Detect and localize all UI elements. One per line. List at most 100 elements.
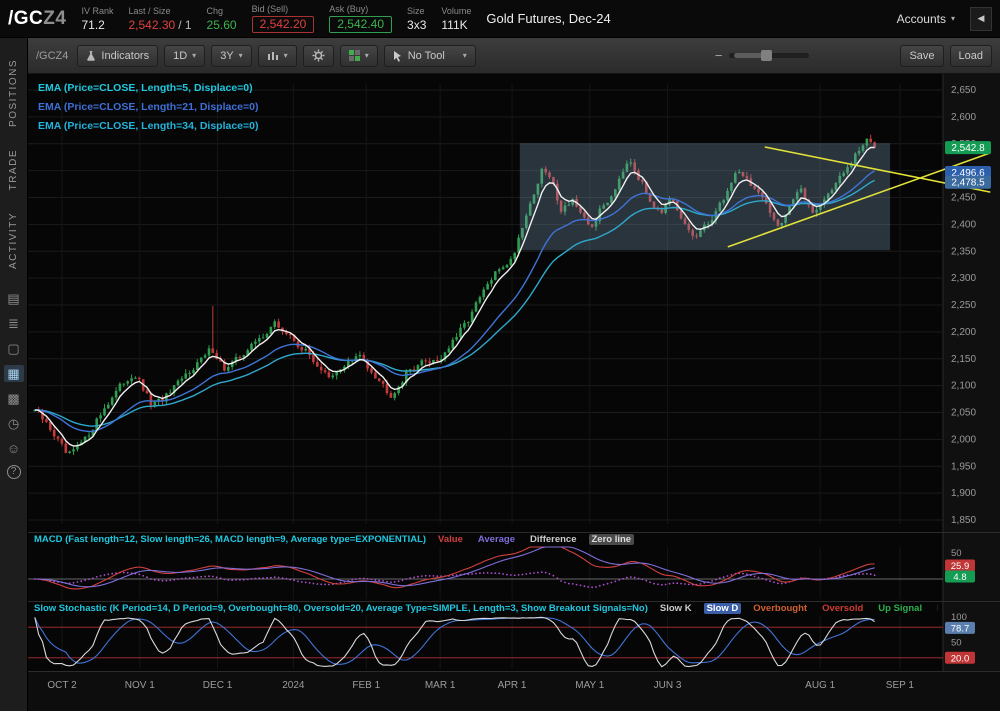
svg-text:50: 50: [951, 548, 962, 559]
legend-item[interactable]: Slow K: [657, 603, 695, 614]
svg-text:2,300: 2,300: [951, 273, 976, 284]
bid-price-button[interactable]: 2,542.20: [252, 16, 315, 33]
cursor-icon: [393, 50, 403, 62]
bid-field: Bid (Sell) 2,542.20: [252, 4, 315, 33]
svg-text:1,850: 1,850: [951, 515, 976, 526]
macd-average-line: [35, 547, 875, 587]
svg-text:2,100: 2,100: [951, 381, 976, 392]
legend-item[interactable]: Difference: [527, 534, 579, 545]
svg-text:20.0: 20.0: [951, 653, 970, 664]
x-axis-label: 2024: [282, 680, 304, 691]
ema-study-label[interactable]: EMA (Price=CLOSE, Length=34, Displace=0): [38, 120, 258, 132]
svg-text:2,050: 2,050: [951, 408, 976, 419]
bid-label: Bid (Sell): [252, 4, 315, 14]
macd-panel[interactable]: MACD (Fast length=12, Slow length=26, MA…: [28, 532, 1000, 601]
svg-text:2,600: 2,600: [951, 112, 976, 123]
accounts-label: Accounts: [897, 12, 946, 26]
chevron-down-icon: ▾: [284, 51, 288, 60]
legend-item[interactable]: Up Signal: [875, 603, 925, 614]
ema-study-label[interactable]: EMA (Price=CLOSE, Length=21, Displace=0): [38, 101, 258, 113]
pattern-dropdown[interactable]: ▾: [340, 45, 378, 67]
sidebar-tab-positions[interactable]: POSITIONS: [8, 48, 19, 138]
price-bubble: 2,542.8: [945, 141, 991, 154]
news-icon[interactable]: ▤: [4, 290, 24, 307]
collapse-panel-button[interactable]: ◀: [970, 7, 992, 31]
interval-dropdown[interactable]: 1D▾: [164, 45, 205, 67]
active-chart-icon[interactable]: ▦: [4, 365, 24, 382]
drawing-tool-dropdown[interactable]: No Tool ▾: [384, 45, 476, 67]
archive-icon[interactable]: ▢: [4, 340, 24, 357]
legend-item[interactable]: Zero line: [589, 534, 635, 545]
volume-label: Volume: [441, 6, 471, 16]
last-size: / 1: [178, 18, 191, 32]
svg-text:50: 50: [951, 638, 962, 649]
range-dropdown[interactable]: 3Y▾: [211, 45, 251, 67]
x-axis-label: FEB 1: [352, 680, 380, 691]
x-axis-label: APR 1: [498, 680, 527, 691]
sidebar-tab-trade[interactable]: TRADE: [8, 138, 19, 201]
legend-item[interactable]: Oversold: [819, 603, 866, 614]
people-icon[interactable]: ☺: [4, 440, 24, 457]
legend-item[interactable]: Value: [435, 534, 466, 545]
zoom-slider[interactable]: [729, 53, 809, 58]
svg-text:2,478.5: 2,478.5: [951, 178, 985, 189]
svg-text:25.9: 25.9: [951, 561, 970, 572]
zoom-slider-handle[interactable]: [761, 50, 772, 61]
price-chart[interactable]: 2,6502,6002,5502,5002,4502,4002,3502,300…: [28, 74, 1000, 532]
save-button[interactable]: Save: [900, 45, 943, 67]
change-value: 25.60: [207, 18, 237, 32]
zoom-control: −: [715, 48, 810, 63]
change-label: Chg: [207, 6, 237, 16]
size-value: 3x3: [407, 18, 426, 32]
x-axis-label: AUG 1: [805, 680, 835, 691]
iv-rank-field: IV Rank 71.2: [81, 6, 113, 32]
ema-study-label[interactable]: EMA (Price=CLOSE, Length=5, Displace=0): [38, 82, 258, 94]
legend-item[interactable]: Slow D: [704, 603, 742, 614]
legend-item[interactable]: Overbought: [750, 603, 810, 614]
grid-pattern-icon: [349, 50, 360, 61]
x-axis-label: NOV 1: [125, 680, 155, 691]
macd-study-label[interactable]: MACD (Fast length=12, Slow length=26, MA…: [34, 534, 426, 545]
size-field: Size 3x3: [407, 6, 426, 32]
stochastic-value-bubble: 20.0: [945, 652, 975, 665]
chevron-down-icon: ▾: [365, 51, 369, 60]
svg-text:2,450: 2,450: [951, 193, 976, 204]
ask-label: Ask (Buy): [329, 4, 392, 14]
chevron-down-icon: ▾: [239, 51, 243, 60]
chevron-down-icon: ▾: [463, 51, 467, 60]
ask-price-button[interactable]: 2,542.40: [329, 16, 392, 33]
help-icon[interactable]: ?: [7, 465, 21, 479]
chevron-down-icon: ▾: [192, 51, 196, 60]
svg-text:4.8: 4.8: [953, 572, 966, 583]
clock-icon[interactable]: ◷: [4, 415, 24, 432]
indicators-button[interactable]: Indicators: [77, 45, 158, 67]
sidebar-tab-activity[interactable]: ACTIVITY: [8, 201, 19, 280]
slow-d-line: [35, 617, 875, 664]
chart-type-dropdown[interactable]: ▾: [258, 45, 297, 67]
price-chart-canvas[interactable]: 2,6502,6002,5502,5002,4502,4002,3502,300…: [28, 74, 1000, 532]
time-axis: OCT 2NOV 1DEC 12024FEB 1MAR 1APR 1MAY 1J…: [28, 671, 1000, 711]
list-icon[interactable]: ≣: [4, 315, 24, 332]
toolbar-symbol: /GCZ4: [36, 50, 68, 62]
svg-text:2,000: 2,000: [951, 434, 976, 445]
svg-text:2,350: 2,350: [951, 246, 976, 257]
x-axis-label: MAY 1: [575, 680, 604, 691]
chart-toolbar: /GCZ4 Indicators 1D▾ 3Y▾ ▾: [28, 38, 1000, 74]
x-axis-label: OCT 2: [47, 680, 76, 691]
accounts-dropdown[interactable]: Accounts ▾: [897, 12, 955, 26]
svg-text:2,650: 2,650: [951, 85, 976, 96]
stochastic-study-label[interactable]: Slow Stochastic (K Period=14, D Period=9…: [34, 603, 648, 614]
stochastic-panel[interactable]: Slow Stochastic (K Period=14, D Period=9…: [28, 601, 1000, 671]
load-button[interactable]: Load: [950, 45, 992, 67]
legend-item[interactable]: Average: [475, 534, 518, 545]
svg-text:2,250: 2,250: [951, 300, 976, 311]
stochastic-legend: Slow Stochastic (K Period=14, D Period=9…: [34, 603, 938, 614]
symbol-month: Z4: [43, 8, 66, 29]
x-axis-label: SEP 1: [886, 680, 914, 691]
last-price: 2,542.30: [128, 18, 175, 32]
gear-icon: [312, 49, 325, 62]
chart-settings-button[interactable]: [303, 45, 334, 67]
zoom-out-icon[interactable]: −: [715, 48, 723, 63]
grid-icon[interactable]: ▩: [4, 390, 24, 407]
legend-item[interactable]: Down Signal: [934, 603, 938, 614]
